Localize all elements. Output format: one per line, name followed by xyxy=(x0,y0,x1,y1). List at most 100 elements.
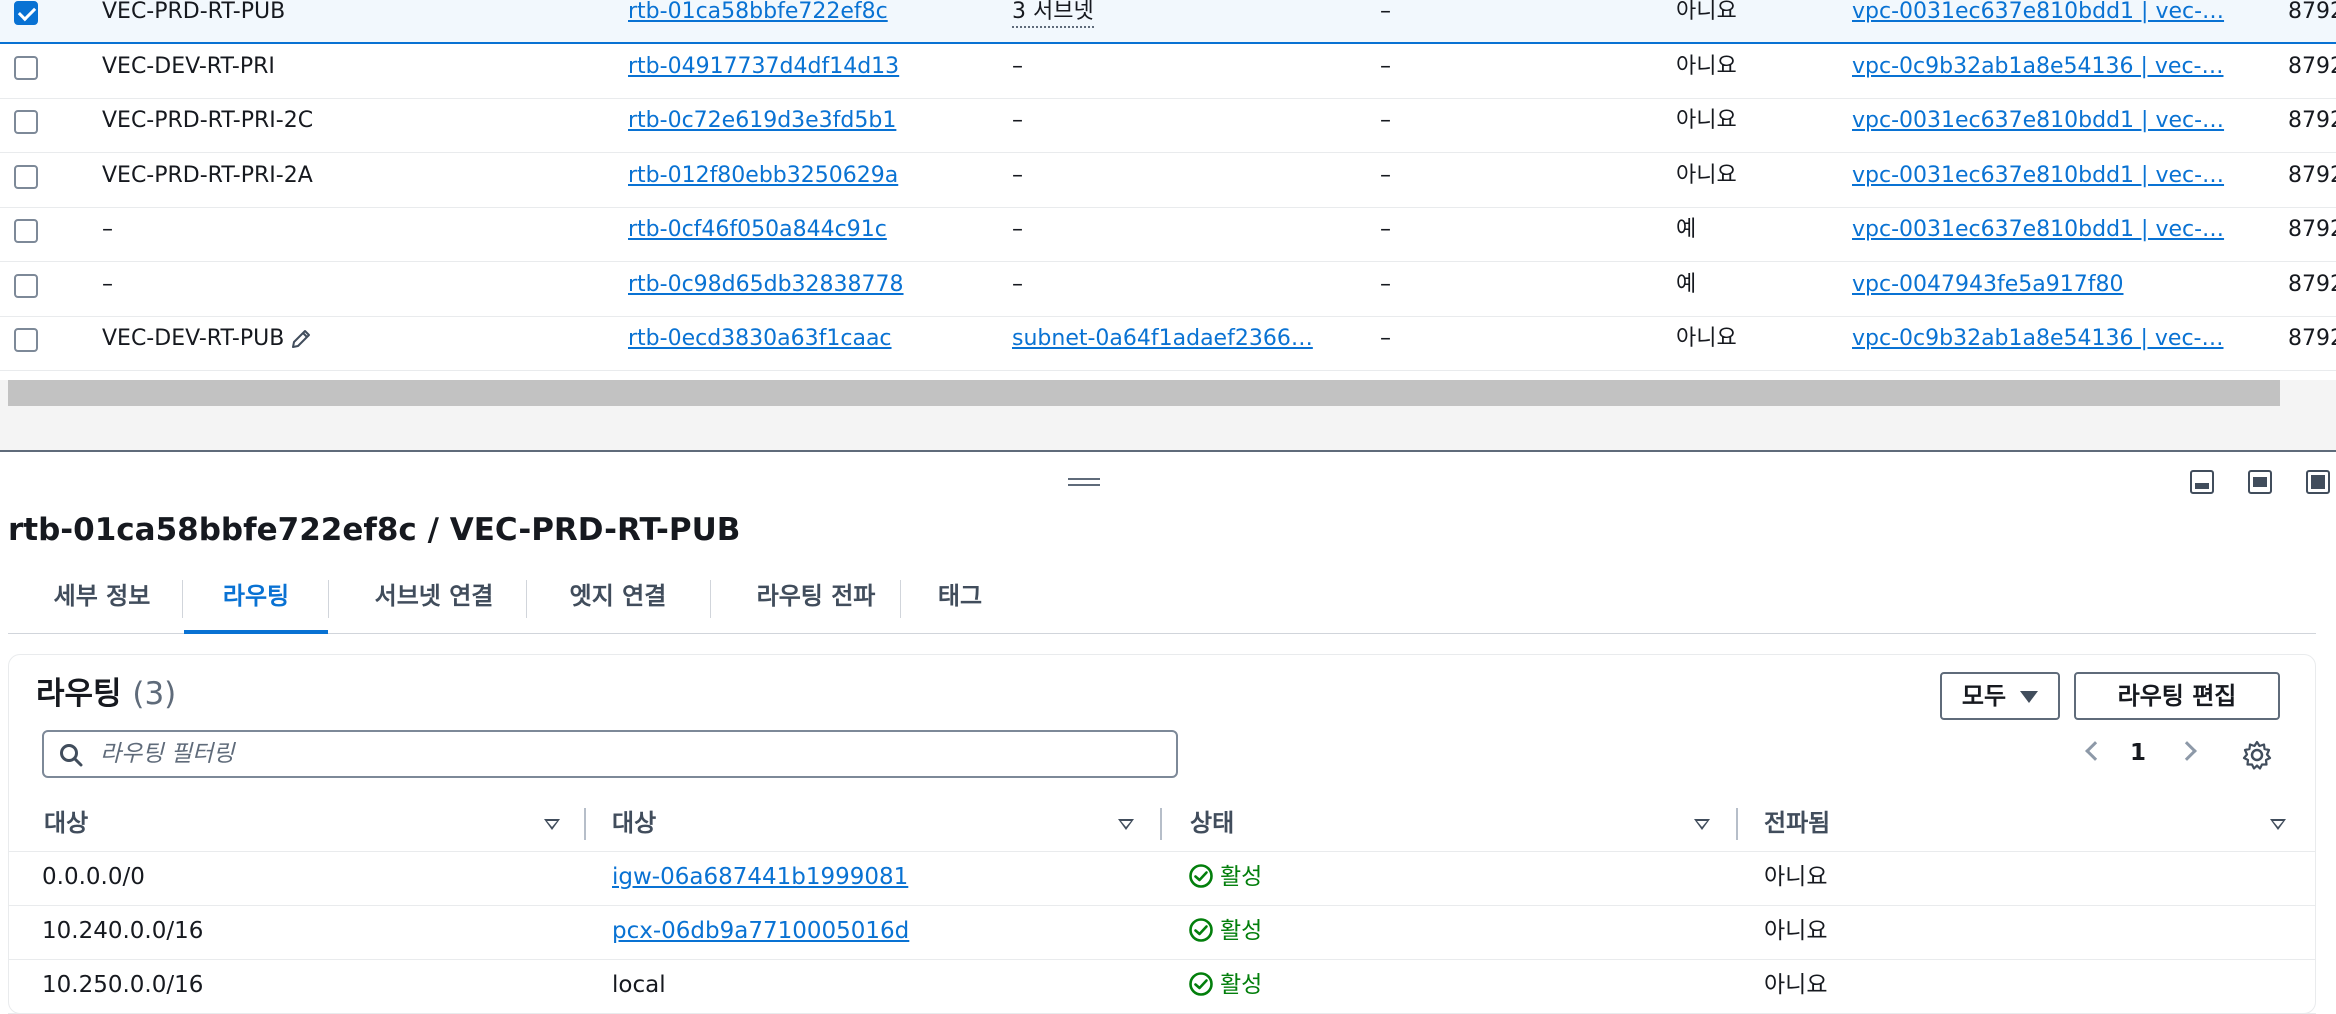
vpc-link[interactable]: vpc-0031ec637e810bdd1 | vec-… xyxy=(1852,0,2232,44)
route-table-row[interactable]: – rtb-0cf46f050a844c91c – – 예 vpc-0031ec… xyxy=(0,208,2336,262)
route-target-text[interactable]: igw-06a687441b1999081 xyxy=(612,864,908,890)
vpc-link-text[interactable]: vpc-0031ec637e810bdd1 | vec-… xyxy=(1852,163,2224,188)
routes-count: (3) xyxy=(132,676,177,712)
route-table-id-text[interactable]: rtb-0cf46f050a844c91c xyxy=(628,217,887,242)
vpc-link-text[interactable]: vpc-0047943fe5a917f80 xyxy=(1852,272,2124,297)
panel-bottom-icon[interactable] xyxy=(2190,470,2214,494)
routes-table-header: 대상 대상 상태 전파됨 xyxy=(8,796,2316,852)
route-table-row[interactable]: VEC-PRD-RT-PRI-2A rtb-012f80ebb3250629a … xyxy=(0,154,2336,208)
vpc-link[interactable]: vpc-0031ec637e810bdd1 | vec-… xyxy=(1852,99,2232,153)
route-table-row[interactable]: VEC-PRD-RT-PUB rtb-01ca58bbfe722ef8c 3 서… xyxy=(0,0,2336,44)
route-destination: 10.250.0.0/16 xyxy=(42,972,204,998)
horizontal-scrollbar-thumb[interactable] xyxy=(8,380,2280,406)
route-table-id-text[interactable]: rtb-0c72e619d3e3fd5b1 xyxy=(628,108,896,133)
route-table-name-text: VEC-DEV-RT-PUB xyxy=(102,326,285,351)
vpc-link[interactable]: vpc-0031ec637e810bdd1 | vec-… xyxy=(1852,208,2232,262)
tab-subnet-associations[interactable]: 서브넷 연결 xyxy=(342,572,526,634)
route-table-id-link[interactable]: rtb-0c72e619d3e3fd5b1 xyxy=(628,99,988,153)
owner-id: 8792 xyxy=(2288,217,2336,242)
vpc-link[interactable]: vpc-0c9b32ab1a8e54136 | vec-… xyxy=(1852,317,2232,371)
route-table-id-link[interactable]: rtb-0c98d65db32838778 xyxy=(628,263,988,317)
detail-tabs: 세부 정보 라우팅 서브넷 연결 엣지 연결 라우팅 전파 태그 xyxy=(8,572,2316,634)
vpc-link-text[interactable]: vpc-0c9b32ab1a8e54136 | vec-… xyxy=(1852,54,2224,79)
panel-full-icon[interactable] xyxy=(2306,470,2330,494)
pencil-icon[interactable] xyxy=(290,328,312,350)
route-table-id-link[interactable]: rtb-012f80ebb3250629a xyxy=(628,154,988,208)
tab-tags[interactable]: 태그 xyxy=(920,572,1000,634)
route-target[interactable]: pcx-06db9a7710005016d xyxy=(612,906,909,960)
row-checkbox[interactable] xyxy=(14,273,38,298)
route-table-id-text[interactable]: rtb-0c98d65db32838778 xyxy=(628,272,904,297)
route-table-id-link[interactable]: rtb-0ecd3830a63f1caac xyxy=(628,317,988,371)
route-status-text: 활성 xyxy=(1220,918,1263,944)
route-target-text[interactable]: pcx-06db9a7710005016d xyxy=(612,918,909,944)
vpc-link-text[interactable]: vpc-0031ec637e810bdd1 | vec-… xyxy=(1852,0,2224,24)
route-table-row[interactable]: VEC-PRD-RT-PRI-2C rtb-0c72e619d3e3fd5b1 … xyxy=(0,99,2336,153)
route-propagated: 아니요 xyxy=(1764,864,1828,890)
route-table-name: VEC-PRD-RT-PRI-2C xyxy=(102,99,582,153)
routes-heading: 라우팅 (3) xyxy=(36,668,176,713)
vpc-link[interactable]: vpc-0031ec637e810bdd1 | vec-… xyxy=(1852,154,2232,208)
filter-dropdown-button[interactable]: 모두 xyxy=(1940,672,2060,720)
route-table-id-link[interactable]: rtb-0cf46f050a844c91c xyxy=(628,208,988,262)
route-table-row[interactable]: – rtb-0c98d65db32838778 – – 예 vpc-004794… xyxy=(0,263,2336,317)
subnet-associations-text[interactable]: subnet-0a64f1adaef2366… xyxy=(1012,326,1313,351)
row-checkbox[interactable] xyxy=(14,219,38,243)
search-input[interactable] xyxy=(100,738,1160,770)
row-checkbox[interactable] xyxy=(14,110,38,134)
subnet-associations-text: – xyxy=(1012,271,1023,297)
subnet-associations-text[interactable]: 3 서브넷 xyxy=(1012,0,1094,28)
route-table-id-text[interactable]: rtb-04917737d4df14d13 xyxy=(628,54,899,79)
row-checkbox[interactable] xyxy=(14,55,38,80)
route-filter-search[interactable] xyxy=(42,730,1178,778)
search-icon xyxy=(60,744,83,767)
routes-title: 라우팅 xyxy=(36,676,122,712)
check-circle-icon xyxy=(1189,863,1213,888)
tab-edge-associations[interactable]: 엣지 연결 xyxy=(538,572,698,634)
route-table-id-link[interactable]: rtb-01ca58bbfe722ef8c xyxy=(628,0,988,44)
vpc-link[interactable]: vpc-0047943fe5a917f80 xyxy=(1852,263,2232,317)
route-table-name: VEC-DEV-RT-PUB xyxy=(102,317,582,371)
tab-details[interactable]: 세부 정보 xyxy=(36,572,168,634)
vpc-link-text[interactable]: vpc-0031ec637e810bdd1 | vec-… xyxy=(1852,217,2224,242)
route-table-id-text[interactable]: rtb-01ca58bbfe722ef8c xyxy=(628,0,888,24)
edit-routes-button[interactable]: 라우팅 편집 xyxy=(2074,672,2280,720)
panel-side-icon[interactable] xyxy=(2248,470,2272,494)
vpc-link[interactable]: vpc-0c9b32ab1a8e54136 | vec-… xyxy=(1852,45,2232,99)
col-propagated[interactable]: 전파됨 xyxy=(1764,796,1830,852)
row-checkbox[interactable] xyxy=(14,328,38,352)
tab-route-propagation[interactable]: 라우팅 전파 xyxy=(724,572,908,634)
row-checkbox[interactable] xyxy=(14,1,38,25)
col-status[interactable]: 상태 xyxy=(1190,796,1234,852)
main-flag: 아니요 xyxy=(1676,53,1737,79)
split-panel-resize-handle[interactable] xyxy=(1068,478,1100,490)
route-table-name: VEC-PRD-RT-PRI-2A xyxy=(102,154,582,208)
row-checkbox[interactable] xyxy=(14,164,38,189)
col-destination[interactable]: 대상 xyxy=(44,796,88,852)
col-target[interactable]: 대상 xyxy=(612,796,656,852)
route-table-row[interactable]: VEC-DEV-RT-PUB rtb-0ecd3830a63f1caac sub… xyxy=(0,317,2336,371)
route-status: 활성 xyxy=(1188,906,1262,960)
vpc-link-text[interactable]: vpc-0c9b32ab1a8e54136 | vec-… xyxy=(1852,326,2224,351)
subnet-associations: subnet-0a64f1adaef2366… xyxy=(1012,317,1332,371)
sort-icon[interactable] xyxy=(1694,819,1710,830)
page-number[interactable]: 1 xyxy=(2130,740,2146,766)
route-table-id-link[interactable]: rtb-04917737d4df14d13 xyxy=(628,45,988,99)
route-row: 10.250.0.0/16 local 활성 아니요 xyxy=(8,960,2316,1014)
sort-icon[interactable] xyxy=(2270,819,2286,830)
route-table-id-text[interactable]: rtb-0ecd3830a63f1caac xyxy=(628,326,892,351)
route-table-name-text: – xyxy=(102,217,113,242)
route-table-name-text: VEC-PRD-RT-PRI-2A xyxy=(102,162,313,188)
tab-routes[interactable]: 라우팅 xyxy=(184,572,328,634)
owner-id: 8792 xyxy=(2288,53,2336,79)
sort-icon[interactable] xyxy=(1118,819,1134,830)
split-panel-divider xyxy=(0,406,2336,452)
sort-icon[interactable] xyxy=(544,819,560,830)
gear-icon[interactable] xyxy=(2242,740,2272,770)
route-table-id-text[interactable]: rtb-012f80ebb3250629a xyxy=(628,163,898,188)
subnet-associations: 3 서브넷 xyxy=(1012,0,1332,44)
edge-associations: – xyxy=(1380,53,1391,79)
vpc-link-text[interactable]: vpc-0031ec637e810bdd1 | vec-… xyxy=(1852,108,2224,133)
route-target[interactable]: igw-06a687441b1999081 xyxy=(612,852,908,906)
route-table-row[interactable]: VEC-DEV-RT-PRI rtb-04917737d4df14d13 – –… xyxy=(0,45,2336,99)
